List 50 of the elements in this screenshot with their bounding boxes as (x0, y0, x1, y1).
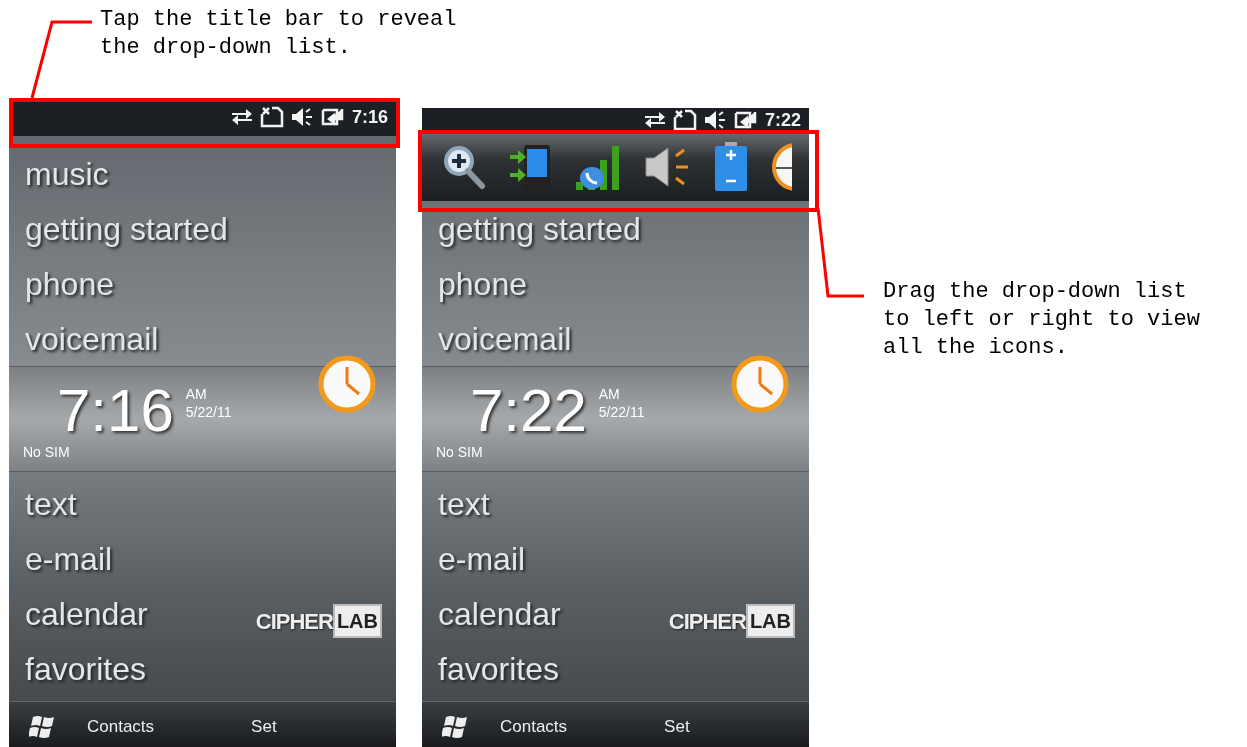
clock-time: 7:22 (470, 381, 587, 441)
menu-item[interactable]: voicemail (9, 311, 396, 366)
clock-icon[interactable] (770, 142, 792, 191)
menu-item[interactable]: favorites (9, 641, 164, 696)
menu-item[interactable]: text (422, 476, 577, 531)
menu-item[interactable]: getting started (422, 201, 809, 256)
brand-logo: CIPHER LAB (255, 604, 382, 638)
sync-arrows-icon (642, 110, 667, 130)
battery-icon[interactable] (714, 141, 748, 192)
plug-in-icon (732, 110, 757, 130)
status-time: 7:22 (764, 108, 801, 132)
menu-item[interactable]: phone (9, 256, 396, 311)
zoom-in-icon[interactable] (442, 143, 486, 190)
windows-logo-icon[interactable] (442, 713, 470, 740)
phone-transfer-icon[interactable] (508, 142, 552, 191)
sync-arrows-icon (229, 107, 254, 127)
menu-item[interactable]: e-mail (422, 531, 577, 586)
soft-key[interactable]: Set (664, 713, 690, 740)
soft-key[interactable]: Contacts (500, 713, 568, 740)
am-pm: AM (598, 387, 621, 401)
speaker-muted-icon (702, 109, 727, 131)
menu-item[interactable]: phone (422, 256, 809, 311)
carrier-status: No SIM (436, 445, 484, 459)
menu-item[interactable]: e-mail (9, 531, 164, 586)
sim-card-x-icon (672, 109, 697, 131)
menu-item[interactable]: favorites (422, 641, 577, 696)
status-bar[interactable]: 7:22 (422, 108, 809, 132)
menu-item[interactable]: music (9, 146, 396, 201)
clock-time: 7:16 (57, 381, 174, 441)
menu-item[interactable]: voicemail (422, 311, 809, 366)
clock-icon (731, 355, 789, 413)
brand-logo: CIPHER LAB (668, 604, 795, 638)
soft-key[interactable]: Set (251, 713, 277, 740)
menu-item[interactable]: calendar (9, 586, 164, 641)
am-pm: AM (185, 387, 208, 401)
status-time: 7:16 (351, 105, 388, 129)
menu-item[interactable]: calendar (422, 586, 577, 641)
callout-text: Tap the title bar to reveal the drop-down list. (100, 6, 458, 62)
sim-card-x-icon (259, 106, 284, 128)
carrier-status: No SIM (23, 445, 71, 459)
date: 5/22/11 (185, 405, 232, 419)
speaker-muted-icon (289, 106, 314, 128)
clock-icon (318, 355, 376, 413)
menu-item[interactable]: text (9, 476, 164, 531)
windows-logo-icon[interactable] (29, 713, 57, 740)
callout-text: Drag the drop-down list to left or right to view all the icons. (883, 278, 1200, 362)
plug-in-icon (319, 107, 344, 127)
soft-key[interactable]: Contacts (87, 713, 155, 740)
date: 5/22/11 (598, 405, 645, 419)
menu-item[interactable]: getting started (9, 201, 396, 256)
